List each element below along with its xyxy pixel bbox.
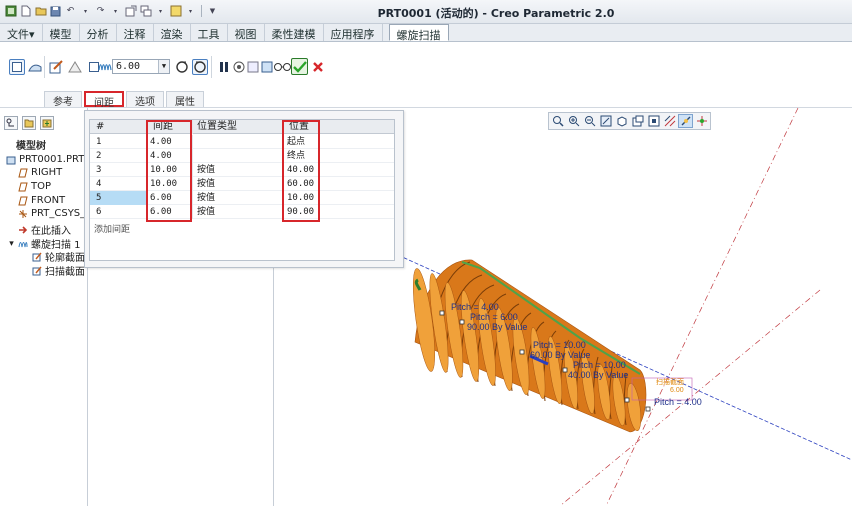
- model-tree-icon[interactable]: [4, 116, 18, 130]
- repaint-icon[interactable]: [598, 114, 613, 128]
- row-number: 3: [96, 165, 102, 175]
- location-type-cell[interactable]: 按值: [192, 163, 282, 177]
- tree-item-label: 在此插入: [31, 226, 71, 237]
- tree-item-label: RIGHT: [31, 167, 63, 178]
- location-cell[interactable]: 起点: [282, 135, 394, 149]
- model-tree-title: 模型树: [16, 141, 46, 152]
- location-type-cell[interactable]: 按值: [192, 177, 282, 191]
- table-header: # 间距 位置类型 位置: [90, 120, 394, 134]
- view-manager-icon[interactable]: [646, 114, 661, 128]
- tree-item-label: FRONT: [31, 195, 66, 206]
- row-number: 4: [96, 179, 102, 189]
- expand-triangle-icon[interactable]: ▾: [8, 239, 15, 249]
- graphics-toolbar: [548, 112, 711, 130]
- pitch-cell[interactable]: 4.00: [146, 149, 192, 163]
- pitch-annotation[interactable]: Pitch = 10.00: [573, 360, 626, 370]
- col-header-location-type[interactable]: 位置类型: [192, 120, 282, 134]
- part-icon: [6, 155, 16, 165]
- table-row[interactable]: 3 10.00 按值 40.00: [90, 163, 394, 177]
- row-number: 6: [96, 207, 102, 217]
- pitch-cell[interactable]: 10.00: [146, 163, 192, 177]
- pitch-annotation[interactable]: Pitch = 4.00: [451, 302, 499, 312]
- annotation-display-icon[interactable]: [678, 114, 693, 128]
- tree-item-label: 轮廓截面: [45, 253, 85, 264]
- pitch-cell[interactable]: 6.00: [146, 205, 192, 219]
- location-cell[interactable]: 终点: [282, 149, 394, 163]
- datum-display-icon[interactable]: [662, 114, 677, 128]
- model-tree-pane: 模型树 PRT0001.PRT RIGHT TOP FRONT PRT_CSYS…: [0, 108, 88, 506]
- col-header-number[interactable]: #: [90, 120, 146, 134]
- refit-icon[interactable]: [550, 114, 565, 128]
- tree-item-profile-section[interactable]: 轮廓截面: [32, 249, 85, 264]
- tree-item-label: 扫描截面: [45, 267, 85, 278]
- table-row[interactable]: 4 10.00 按值 60.00: [90, 177, 394, 191]
- location-cell[interactable]: 90.00: [282, 205, 394, 219]
- pitch-annotation[interactable]: Pitch = 10.00: [533, 340, 586, 350]
- svg-text:6.00: 6.00: [670, 387, 684, 394]
- location-cell[interactable]: 10.00: [282, 191, 394, 205]
- display-style-icon[interactable]: [614, 114, 629, 128]
- position-annotation[interactable]: 40.00 By Value: [568, 370, 628, 380]
- tree-item-label: PRT0001.PRT: [19, 154, 85, 165]
- pitch-annotation[interactable]: Pitch = 6.00: [470, 312, 518, 322]
- helical-spring[interactable]: [409, 259, 647, 433]
- location-type-cell[interactable]: 按值: [192, 191, 282, 205]
- tree-item-right[interactable]: RIGHT: [18, 167, 62, 178]
- datum-plane-icon: [18, 168, 28, 178]
- position-annotation[interactable]: 60.00 By Value: [530, 350, 590, 360]
- spin-center-icon[interactable]: [694, 114, 709, 128]
- tree-item-csys[interactable]: PRT_CSYS_: [18, 208, 85, 219]
- favorites-icon[interactable]: [40, 116, 54, 130]
- table-row[interactable]: 2 4.00 终点: [90, 149, 394, 163]
- location-cell[interactable]: 60.00: [282, 177, 394, 191]
- pane-divider[interactable]: [273, 268, 274, 506]
- pitch-cell[interactable]: 10.00: [146, 177, 192, 191]
- datum-plane-icon: [18, 196, 28, 206]
- row-number: 1: [96, 137, 102, 147]
- sketch-icon: [32, 252, 42, 262]
- pitch-table: # 间距 位置类型 位置 1 4.00 起点 2 4.00 终点 3 10.00…: [89, 119, 395, 261]
- location-type-cell[interactable]: [192, 149, 282, 163]
- pitch-cell[interactable]: 4.00: [146, 135, 192, 149]
- tree-item-insert-here[interactable]: 在此插入: [18, 222, 71, 237]
- tree-item-top[interactable]: TOP: [18, 181, 51, 192]
- tree-item-sweep-section[interactable]: 扫描截面: [32, 263, 85, 278]
- pitch-cell[interactable]: 6.00: [146, 191, 192, 205]
- sketch-icon: [32, 266, 42, 276]
- location-type-cell[interactable]: [192, 135, 282, 149]
- add-pitch-row[interactable]: 添加间距: [94, 222, 130, 235]
- table-row[interactable]: 6 6.00 按值 90.00: [90, 205, 394, 219]
- csys-icon: [18, 209, 28, 219]
- tree-item-label: PRT_CSYS_: [31, 208, 86, 219]
- location-type-cell[interactable]: 按值: [192, 205, 282, 219]
- col-header-location[interactable]: 位置: [282, 120, 394, 134]
- position-annotation[interactable]: 90.00 By Value: [467, 322, 527, 332]
- pitch-annotation[interactable]: Pitch = 4.00: [654, 397, 702, 407]
- col-header-pitch[interactable]: 间距: [146, 120, 192, 134]
- tree-item-label: TOP: [31, 181, 52, 192]
- table-row-selected[interactable]: 5 6.00 按值 10.00: [90, 191, 394, 205]
- insert-arrow-icon: [18, 225, 28, 235]
- model-tree-toolbar: [4, 116, 54, 130]
- tree-item-part[interactable]: PRT0001.PRT: [6, 154, 84, 165]
- folder-browser-icon[interactable]: [22, 116, 36, 130]
- row-number: 5: [90, 191, 146, 205]
- table-row[interactable]: 1 4.00 起点: [90, 135, 394, 149]
- saved-orientations-icon[interactable]: [630, 114, 645, 128]
- helical-sweep-icon: [18, 239, 28, 249]
- datum-axis-line: [605, 107, 799, 506]
- svg-text:扫描截面: 扫描截面: [656, 377, 684, 386]
- datum-plane-icon: [18, 182, 28, 192]
- row-number: 2: [96, 151, 102, 161]
- pitch-spacing-panel: # 间距 位置类型 位置 1 4.00 起点 2 4.00 终点 3 10.00…: [84, 110, 404, 268]
- tree-item-front[interactable]: FRONT: [18, 195, 65, 206]
- zoom-out-icon[interactable]: [582, 114, 597, 128]
- zoom-in-icon[interactable]: [566, 114, 581, 128]
- location-cell[interactable]: 40.00: [282, 163, 394, 177]
